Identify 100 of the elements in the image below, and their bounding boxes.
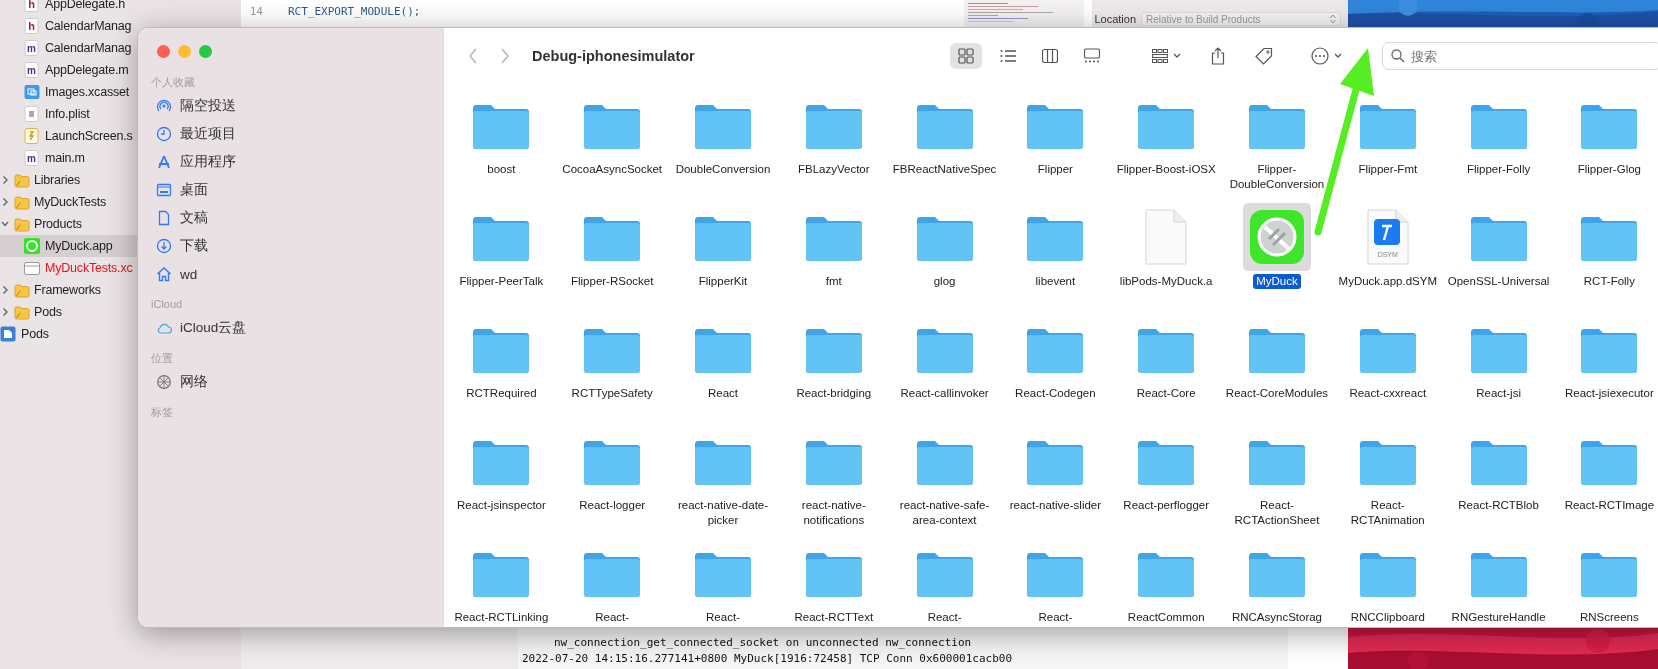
sidebar-item[interactable]: 下载 <box>151 232 208 260</box>
view-button[interactable] <box>949 43 982 69</box>
group-name[interactable]: Pods <box>34 305 62 319</box>
file-item[interactable]: React-jsiexecutor <box>1553 315 1658 427</box>
sidebar-item[interactable]: 桌面 <box>151 176 208 204</box>
file-item[interactable]: Flipper-Glog <box>1553 91 1658 203</box>
file-item[interactable]: Flipper-Folly <box>1443 91 1554 203</box>
caret-icon <box>1333 53 1342 59</box>
file-item[interactable]: RCT-Folly <box>1553 203 1658 315</box>
group-name[interactable]: MyDuckTests <box>34 195 107 209</box>
disclosure-icon[interactable] <box>1 285 9 295</box>
file-item[interactable]: Flipper-PeerTalk <box>446 203 557 315</box>
file-item[interactable]: Flipper-Boost-iOSX <box>1110 91 1222 203</box>
file-item[interactable]: RNGestureHandle <box>1443 539 1554 627</box>
file-item[interactable]: Flipper-Fmt <box>1332 91 1444 203</box>
file-item[interactable]: React-RCTBlob <box>1443 427 1554 539</box>
file-item[interactable]: React- <box>667 539 779 627</box>
group-name[interactable]: Frameworks <box>34 283 101 297</box>
file-item[interactable]: React-Codegen <box>1000 315 1111 427</box>
file-item[interactable]: FlipperKit <box>667 203 779 315</box>
file-name[interactable]: CalendarManag <box>45 19 132 33</box>
window-title: Debug-iphonesimulator <box>532 48 695 64</box>
airdrop-icon <box>156 98 172 114</box>
desktop-icon <box>156 182 172 198</box>
file-icon <box>24 128 40 144</box>
file-item[interactable]: React-Core <box>1110 315 1222 427</box>
file-item[interactable]: libPods-MyDuck.a <box>1110 203 1222 315</box>
file-item[interactable]: RNScreens <box>1553 539 1658 627</box>
file-item[interactable]: React-callinvoker <box>889 315 1000 427</box>
file-item[interactable]: React- <box>556 539 668 627</box>
tag-icon[interactable] <box>1254 47 1273 65</box>
file-name[interactable]: LaunchScreen.s <box>45 129 133 143</box>
share-icon[interactable] <box>1210 47 1225 65</box>
file-item[interactable]: React-cxxreact <box>1332 315 1444 427</box>
app-icon <box>24 238 40 254</box>
file-name[interactable]: AppDelegate.m <box>45 63 129 77</box>
file-item[interactable]: React-RCTText <box>778 539 890 627</box>
file-item[interactable]: DoubleConversion <box>667 91 779 203</box>
group-name[interactable]: Products <box>34 217 82 231</box>
caret-icon <box>1172 53 1181 59</box>
file-item[interactable]: FBLazyVector <box>778 91 890 203</box>
file-item[interactable]: React- <box>1000 539 1111 627</box>
file-icon: h <box>24 18 40 34</box>
close-button[interactable] <box>157 44 170 58</box>
file-item[interactable]: CocoaAsyncSocket <box>556 91 668 203</box>
sidebar-item[interactable]: 应用程序 <box>151 148 236 176</box>
file-item[interactable]: React-logger <box>556 427 668 539</box>
file-item[interactable]: Flipper-RSocket <box>556 203 668 315</box>
file-item[interactable]: boost <box>446 91 557 203</box>
file-item[interactable]: OpenSSL-Universal <box>1443 203 1554 315</box>
file-item[interactable]: Flipper-DoubleConversion <box>1221 91 1333 203</box>
group-name[interactable]: Pods <box>21 327 49 341</box>
folder-icon <box>14 194 30 210</box>
file-item[interactable]: React- <box>889 539 1000 627</box>
file-name[interactable]: Images.xcasset <box>45 85 130 99</box>
file-icon: m <box>24 150 40 166</box>
file-item[interactable]: MyDuck <box>1221 203 1333 315</box>
file-item[interactable]: React-jsi <box>1443 315 1554 427</box>
disclosure-icon[interactable] <box>1 219 9 229</box>
search-field[interactable]: 搜索 <box>1381 42 1658 70</box>
file-name[interactable]: MyDuckTests.xc <box>45 261 133 275</box>
file-item[interactable]: react-native-notifications <box>778 427 890 539</box>
file-icon: m <box>24 40 40 56</box>
disclosure-icon[interactable] <box>1 307 9 317</box>
sidebar-item[interactable]: 隔空投送 <box>151 92 236 120</box>
file-item[interactable]: React <box>667 315 779 427</box>
file-item[interactable]: glog <box>889 203 1000 315</box>
file-item[interactable]: ReactCommon <box>1110 539 1222 627</box>
file-item[interactable]: RCTRequired <box>446 315 557 427</box>
sidebar-item[interactable]: wd <box>151 260 198 288</box>
file-item[interactable]: React-RCTActionSheet <box>1221 427 1333 539</box>
file-item[interactable]: fmt <box>778 203 890 315</box>
file-item[interactable]: RNCClipboard <box>1332 539 1444 627</box>
file-item[interactable]: React-RCTLinking <box>446 539 557 627</box>
file-item[interactable]: libevent <box>1000 203 1111 315</box>
file-item[interactable]: React-jsinspector <box>446 427 557 539</box>
group-name[interactable]: Libraries <box>34 173 81 187</box>
file-item[interactable]: FBReactNativeSpec <box>889 91 1000 203</box>
file-name[interactable]: CalendarManag <box>45 41 132 55</box>
file-item[interactable]: react-native-date-picker <box>667 427 779 539</box>
sidebar-item[interactable]: 网络 <box>151 368 208 396</box>
section-header: 位置 <box>151 351 173 366</box>
sidebar-item[interactable]: 最近项目 <box>151 120 236 148</box>
disclosure-icon[interactable] <box>1 175 9 185</box>
file-item[interactable]: React-CoreModules <box>1221 315 1333 427</box>
file-item[interactable]: RCTTypeSafety <box>556 315 668 427</box>
sidebar-item[interactable]: 文稿 <box>151 204 208 232</box>
file-item[interactable]: React-RCTAnimation <box>1332 427 1444 539</box>
file-item[interactable]: RNCAsyncStorag <box>1221 539 1333 627</box>
file-name[interactable]: main.m <box>45 151 85 165</box>
file-name[interactable]: Info.plist <box>45 107 90 121</box>
file-item[interactable]: react-native-slider <box>1000 427 1111 539</box>
file-name[interactable]: MyDuck.app <box>45 239 113 253</box>
file-item[interactable]: React-RCTImage <box>1553 427 1658 539</box>
file-item[interactable]: React-bridging <box>778 315 890 427</box>
file-item[interactable]: Flipper <box>1000 91 1111 203</box>
file-item[interactable]: React-perflogger <box>1110 427 1222 539</box>
disclosure-icon[interactable] <box>1 197 9 207</box>
sidebar-item[interactable]: iCloud云盘 <box>151 314 247 342</box>
file-item[interactable]: react-native-safe-area-context <box>889 427 1000 539</box>
